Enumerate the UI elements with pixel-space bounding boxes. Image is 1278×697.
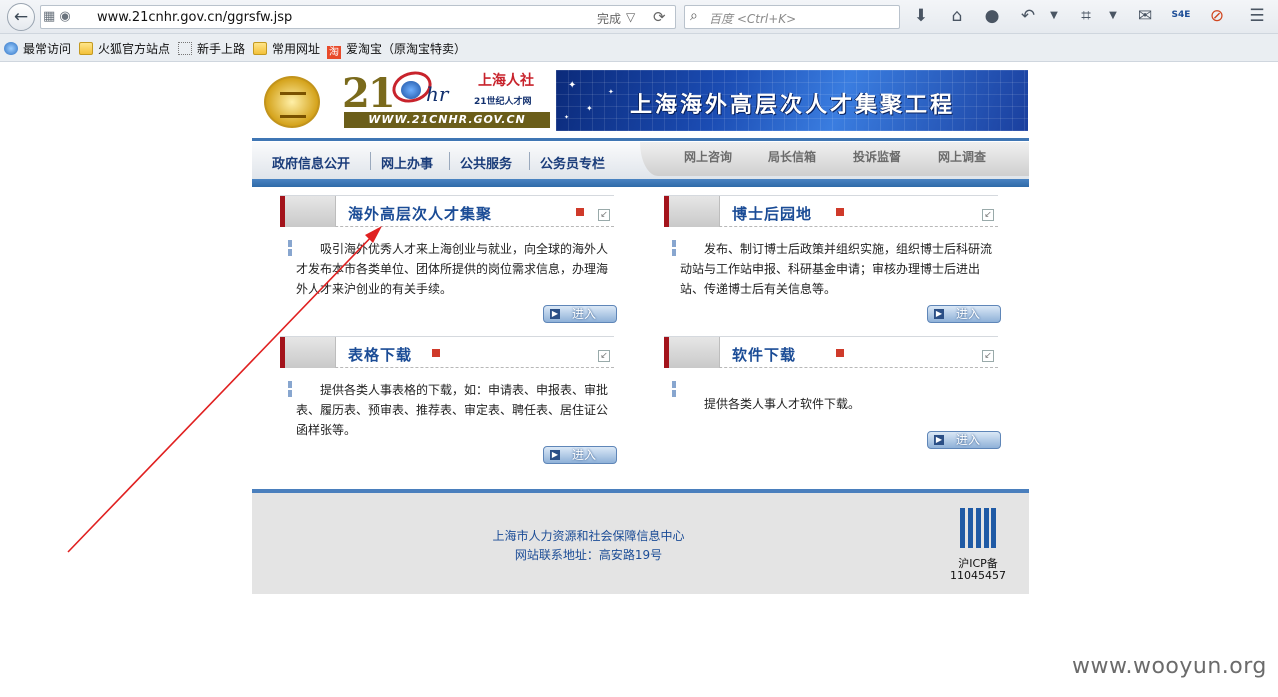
annotation-arrow	[67, 226, 382, 553]
arrow-line	[67, 231, 377, 553]
watermark: www.wooyun.org	[1072, 654, 1267, 679]
